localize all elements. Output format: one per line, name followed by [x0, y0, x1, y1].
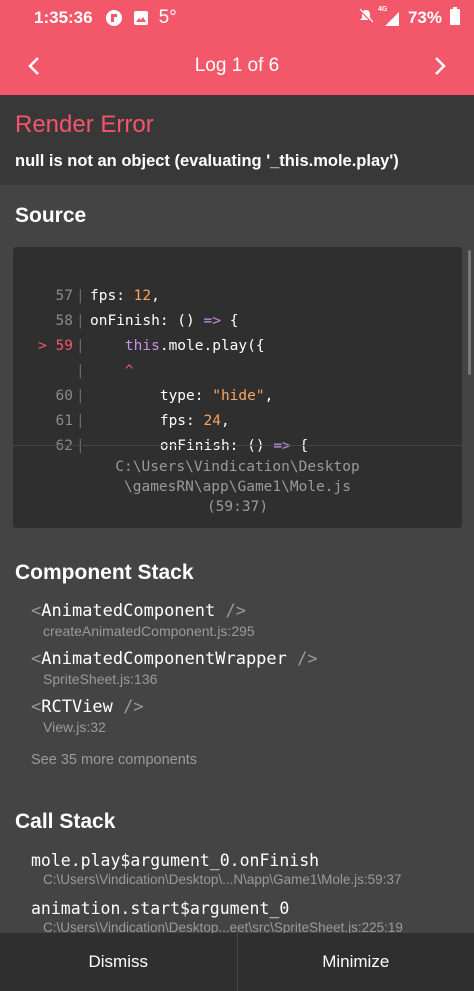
- see-more-components-link[interactable]: See 35 more components: [31, 752, 197, 768]
- minimize-button[interactable]: Minimize: [238, 952, 474, 972]
- status-time: 1:35:36: [34, 8, 93, 27]
- code-line: 58 | onFinish: () => {: [55, 313, 239, 329]
- status-bar: 1:35:36 5° 4G 73%: [0, 0, 474, 36]
- code-line: 60 | type: "hide",: [55, 388, 274, 404]
- code-line-error: > 59 | this.mole.play({: [38, 338, 265, 354]
- component-stack-title: Component Stack: [15, 561, 194, 584]
- component-stack-item[interactable]: <AnimatedComponentWrapper /> SpriteSheet…: [31, 649, 318, 687]
- code-line: 62 | onFinish: () => {: [55, 438, 309, 454]
- component-stack-item[interactable]: <AnimatedComponent /> createAnimatedComp…: [31, 601, 255, 639]
- scrollbar[interactable]: [468, 250, 471, 375]
- dismiss-button[interactable]: Dismiss: [0, 952, 237, 972]
- app-notification-icon: [105, 9, 123, 27]
- battery-icon: [450, 6, 460, 30]
- code-line: 61 | fps: 24,: [55, 413, 230, 429]
- temperature: 5°: [158, 7, 177, 28]
- footer-bar: Dismiss Minimize: [0, 933, 474, 991]
- signal-icon: 4G: [378, 6, 400, 26]
- error-header: Render Error null is not an object (eval…: [0, 95, 474, 185]
- code-line-caret: | ^: [76, 363, 134, 379]
- error-message: null is not an object (evaluating '_this…: [15, 152, 399, 170]
- code-line: 57 | fps: 12,: [55, 288, 160, 304]
- log-header: Log 1 of 6: [0, 36, 474, 95]
- source-divider: [13, 445, 462, 446]
- error-title: Render Error: [15, 111, 154, 138]
- chevron-left-icon: [28, 56, 39, 75]
- chevron-right-icon: [435, 56, 446, 75]
- source-section-title: Source: [15, 204, 87, 227]
- component-stack-item[interactable]: <RCTView /> View.js:32: [31, 697, 144, 735]
- log-title: Log 1 of 6: [194, 54, 280, 76]
- source-file-path[interactable]: C:\Users\Vindication\Desktop \gamesRN\ap…: [13, 457, 462, 517]
- image-icon: [133, 10, 149, 26]
- call-stack-title: Call Stack: [15, 810, 116, 833]
- previous-log-button[interactable]: [4, 36, 64, 95]
- source-code-frame[interactable]: 57 | fps: 12, 58 | onFinish: () => { > 59 | t…: [13, 247, 462, 528]
- next-log-button[interactable]: [410, 36, 470, 95]
- call-stack-item[interactable]: mole.play$argument_0.onFinish C:\Users\V…: [31, 851, 471, 887]
- call-stack-item[interactable]: animation.start$argument_0 C:\Users\Vind…: [31, 899, 471, 935]
- mute-icon: [358, 8, 374, 29]
- battery-percent: 73%: [407, 8, 442, 27]
